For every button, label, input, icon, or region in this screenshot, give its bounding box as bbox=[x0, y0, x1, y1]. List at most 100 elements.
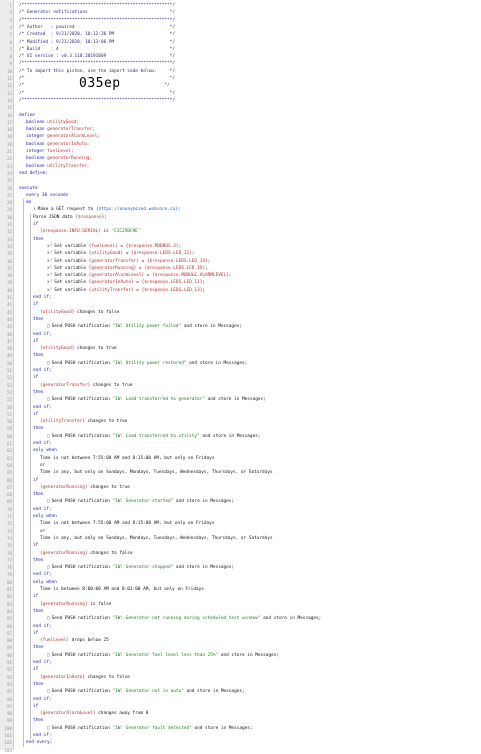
parse-json-statement[interactable]: Parse JSON data {$response}; bbox=[33, 214, 107, 221]
set-variable-statement[interactable]: x² Set variable {utilityGood} = {$respons… bbox=[47, 250, 194, 257]
header-comment-line: /***************************************… bbox=[19, 2, 175, 9]
code-line: 21 integer fuelLevel; bbox=[0, 148, 481, 155]
then-keyword: then bbox=[33, 608, 44, 615]
line-number: 15 bbox=[6, 105, 12, 111]
variable-declaration: integer fuelLevel; bbox=[26, 148, 74, 155]
set-variable-statement[interactable]: x² Set variable {fuelLevel} = {$response.… bbox=[47, 243, 181, 250]
condition[interactable]: {fuelLevel} drops below 25 bbox=[40, 637, 109, 644]
variable-type: boolean bbox=[26, 119, 48, 125]
line-number: 14 bbox=[6, 97, 12, 103]
code-line: 58 {utilityTransfer} changes to true bbox=[0, 418, 481, 425]
notif-text: Send PUSH notification bbox=[51, 565, 113, 571]
cond-text: changes to false bbox=[74, 309, 120, 315]
condition[interactable]: {generatorTransfer} changes to true bbox=[40, 382, 133, 389]
condition[interactable]: {generatorRunning} changes to false bbox=[40, 550, 133, 557]
time-restriction[interactable]: Time is any, but only on Sundays, Monday… bbox=[40, 535, 273, 542]
if-keyword: if bbox=[33, 477, 39, 483]
push-notification-statement[interactable]: □ Send PUSH notification "1W: Generator s… bbox=[47, 564, 234, 571]
line-number: 35 bbox=[6, 251, 12, 257]
line-number: 49 bbox=[6, 353, 12, 359]
then-keyword: then bbox=[33, 426, 44, 432]
do-keyword: do bbox=[26, 200, 32, 206]
code-line: 59 then bbox=[0, 425, 481, 432]
code-line: 81 Time is between 8:00:00 AM and 8:01:00… bbox=[0, 586, 481, 593]
end-if: end if; bbox=[33, 404, 52, 411]
variable-ref: {fuelLevel} bbox=[88, 243, 118, 249]
time-restriction[interactable]: Time is between 8:00:00 AM and 8:01:00 A… bbox=[40, 586, 204, 593]
push-notification-statement[interactable]: □ Send PUSH notification "1W: Generator f… bbox=[47, 652, 279, 659]
string-literal: "1W: Load transferred to utility" bbox=[112, 433, 200, 439]
end-define-keyword: end define; bbox=[19, 170, 49, 176]
code-line: 24 end define; bbox=[0, 170, 481, 177]
code-line: 34 x² Set variable {fuelLevel} = {$respons… bbox=[0, 243, 481, 250]
set-text: ; bbox=[228, 273, 232, 279]
line-number: 7 bbox=[9, 46, 12, 52]
line-number: 32 bbox=[6, 229, 12, 235]
push-notification-statement[interactable]: □ Send PUSH notification "1W: Utility pow… bbox=[47, 323, 242, 330]
or-keyword: or bbox=[40, 462, 45, 469]
condition[interactable]: {utilityTransfer} changes to true bbox=[40, 418, 127, 425]
push-notification-statement[interactable]: □ Send PUSH notification "1W: Load transf… bbox=[47, 433, 261, 440]
end-if-keyword: end if; bbox=[33, 660, 52, 665]
set-variable-statement[interactable]: x² Set variable {generatorRunning} = {$re… bbox=[47, 265, 208, 272]
variable-ref: {utilityGood} bbox=[88, 251, 124, 257]
line-number: 97 bbox=[6, 703, 12, 709]
set-text: = bbox=[136, 265, 145, 271]
push-notification-statement[interactable]: □ Send PUSH notification "1W: Generator f… bbox=[47, 725, 253, 732]
condition[interactable]: {utilityGood} changes to false bbox=[40, 309, 119, 316]
end-if: end if; bbox=[33, 659, 52, 666]
condition[interactable]: {generatorAlarmLevel} changes away from … bbox=[40, 710, 148, 717]
push-notification-statement[interactable]: □ Send PUSH notification "1W: Generator n… bbox=[47, 688, 245, 695]
line-number: 71 bbox=[6, 514, 12, 519]
condition[interactable]: {$response.INFO.SERIAL} is 'C1C25BC9E' bbox=[40, 228, 140, 235]
push-notification-statement[interactable]: □ Send PUSH notification "1W: Utility pow… bbox=[47, 360, 247, 367]
code-line: 40 x² Set variable {utilityTransfer} = {$r… bbox=[0, 287, 481, 294]
line-number: 69 bbox=[6, 499, 12, 505]
code-line: 41 end if; bbox=[0, 294, 481, 301]
http-request-statement[interactable]: ⬇ Make a GET request to {https://anonymiz… bbox=[33, 206, 180, 213]
set-text: = bbox=[133, 280, 142, 286]
code-line: 13 /* */ bbox=[0, 90, 481, 97]
notif-text: Send PUSH notification bbox=[51, 324, 113, 330]
cond-text: changes to false bbox=[87, 550, 133, 556]
set-variable-statement[interactable]: x² Set variable {generatorAlarmLevel} = {… bbox=[47, 272, 231, 279]
line-number: 57 bbox=[6, 411, 12, 417]
line-number: 16 bbox=[6, 112, 12, 118]
set-variable-statement[interactable]: x² Set variable {generatorTransfer} = {$r… bbox=[47, 258, 210, 265]
then-keyword: then bbox=[33, 236, 44, 242]
variable-name: utilityGood; bbox=[47, 119, 79, 125]
line-number: 42 bbox=[6, 302, 12, 308]
time-restriction[interactable]: Time is not between 7:55:00 AM and 8:15:… bbox=[40, 455, 214, 462]
push-notification-statement[interactable]: □ Send PUSH notification "1W: Generator n… bbox=[47, 615, 321, 622]
line-number: 64 bbox=[6, 462, 12, 468]
set-variable-icon: x² bbox=[47, 280, 53, 286]
then-keyword: then bbox=[33, 644, 44, 651]
string-literal: "1W: Load transferred to generator" bbox=[112, 397, 205, 403]
line-number: 37 bbox=[6, 265, 12, 271]
time-restriction[interactable]: Time is any, but only on Sundays, Monday… bbox=[40, 469, 273, 476]
variable-ref: {generatorInAuto} bbox=[88, 280, 134, 286]
push-notification-statement[interactable]: □ Send PUSH notification "1W: Load transf… bbox=[47, 396, 266, 403]
set-text: Set variable bbox=[54, 273, 89, 279]
if-keyword: if bbox=[33, 221, 38, 228]
set-variable-statement[interactable]: x² Set variable {generatorInAuto} = {$res… bbox=[47, 279, 205, 286]
set-variable-statement[interactable]: x² Set variable {utilityTransfer} = {$res… bbox=[47, 287, 205, 294]
condition[interactable]: {generatorInAuto} changes to false bbox=[40, 674, 130, 681]
if-keyword: if bbox=[33, 666, 38, 673]
code-line: 95 □ Send PUSH notification "1W: Generator… bbox=[0, 688, 481, 695]
end-if: end if; bbox=[33, 440, 52, 447]
code-line: 9 /**************************************… bbox=[0, 60, 481, 67]
condition[interactable]: {generatorRunning} changes to true bbox=[40, 484, 130, 491]
condition[interactable]: {generatorRunning} is false bbox=[40, 601, 111, 608]
variable-type: boolean bbox=[26, 163, 48, 169]
time-restriction[interactable]: Time is not between 7:55:00 AM and 8:15:… bbox=[40, 520, 214, 527]
line-number: 84 bbox=[6, 608, 12, 614]
variable-name: generatorInAuto; bbox=[47, 141, 90, 147]
push-notification-statement[interactable]: □ Send PUSH notification "1W: Generator s… bbox=[47, 498, 234, 505]
cond-text: drops below 25 bbox=[69, 638, 109, 644]
variable-ref: {utilityGood} bbox=[40, 346, 75, 352]
line-number: 36 bbox=[6, 258, 12, 264]
parse-text: ; bbox=[104, 214, 108, 220]
condition[interactable]: {utilityGood} changes to true bbox=[40, 345, 117, 352]
line-number: 23 bbox=[6, 163, 12, 169]
